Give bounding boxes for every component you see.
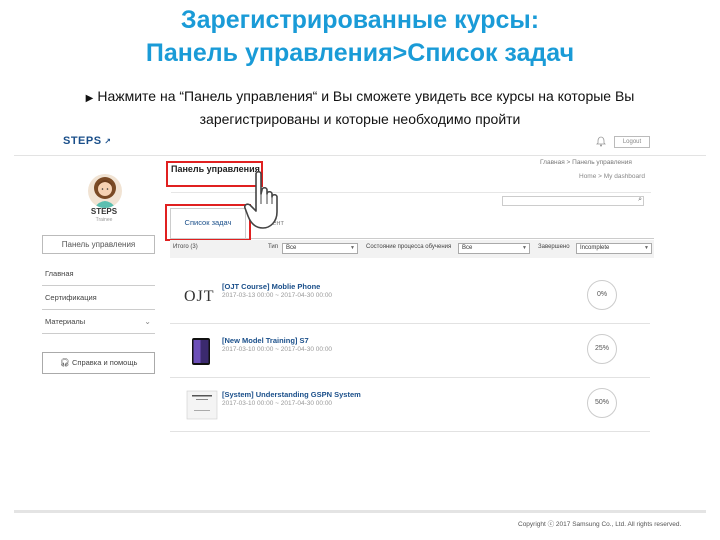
progress-circle: 0% [587, 280, 617, 310]
user-role: Trainee [95, 217, 113, 223]
course-dates: 2017-03-13 00:00 ~ 2017-04-30 00:00 [222, 292, 333, 299]
bullet-triangle-icon: ▶ [85, 93, 94, 104]
top-bar: STEPS ↗ Logout [14, 130, 706, 156]
phone-thumbnail [192, 338, 210, 365]
user-name: STEPS [90, 207, 118, 216]
sidebar-item-label: Главная [45, 269, 74, 278]
search-input[interactable]: ⌕ [502, 196, 644, 206]
completed-label: Завершено [538, 244, 570, 250]
course-row[interactable]: OJT [OJT Course] Moblie Phone 2017-03-13… [170, 270, 650, 324]
logout-button[interactable]: Logout [614, 136, 650, 148]
dashboard-button[interactable]: Панель управления [42, 235, 155, 254]
divider [171, 192, 651, 193]
breadcrumb-en[interactable]: Home > My dashboard [579, 173, 645, 180]
document-thumbnail [186, 390, 218, 420]
progress-circle: 25% [587, 334, 617, 364]
steps-logo[interactable]: STEPS ↗ [63, 135, 112, 147]
instruction-text: ▶ Нажмите на “Панель управления“ и Вы смо… [0, 86, 720, 130]
pointing-hand-icon [244, 170, 278, 229]
sidebar-item-label: Материалы [45, 317, 86, 326]
instruction-line2: зарегистрированы и которые необходимо пр… [199, 111, 521, 127]
logo-arrow-icon: ↗ [101, 137, 112, 146]
course-title[interactable]: [OJT Course] Moblie Phone [222, 282, 320, 291]
help-button[interactable]: 🎧︎ Справка и помощь [42, 352, 155, 374]
slide-title: Зарегистрированные курсы: Панель управле… [0, 4, 720, 70]
sidebar-item-certification[interactable]: Сертификация [42, 286, 155, 310]
help-button-label: Справка и помощь [71, 358, 138, 367]
footer-divider [14, 510, 706, 513]
bell-icon[interactable] [596, 136, 606, 147]
slide-title-line1: Зарегистрированные курсы: [180, 6, 540, 34]
sidebar-item-materials[interactable]: Материалы ⌄ [42, 310, 155, 334]
course-title[interactable]: [System] Understanding GSPN System [222, 390, 361, 399]
type-label: Тип [268, 244, 279, 250]
status-select[interactable]: Все [458, 243, 530, 254]
course-title[interactable]: [New Model Training] S7 [222, 336, 309, 345]
completed-select[interactable]: Incomplete [576, 243, 652, 254]
sidebar-item-home[interactable]: Главная [42, 262, 155, 286]
course-dates: 2017-03-10 00:00 ~ 2017-04-30 00:00 [222, 346, 333, 353]
progress-circle: 50% [587, 388, 617, 418]
course-row[interactable]: [New Model Training] S7 2017-03-10 00:00… [170, 324, 650, 378]
search-icon: ⌕ [638, 196, 642, 203]
chevron-down-icon: ⌄ [144, 317, 151, 326]
status-label: Состояние процесса обучения [366, 244, 452, 250]
course-row[interactable]: [System] Understanding GSPN System 2017-… [170, 378, 650, 432]
breadcrumb[interactable]: Главная > Панель управления [540, 159, 632, 166]
filter-bar: Итого (3) Тип Все Состояние процесса обу… [170, 240, 654, 258]
sidebar-item-label: Сертификация [45, 293, 97, 302]
headset-icon: 🎧︎ [59, 358, 72, 367]
avatar [88, 174, 122, 208]
copyright-text: Copyright ⓒ 2017 Samsung Co., Ltd. All r… [518, 521, 682, 528]
slide-title-line2: Панель управления>Список задач [145, 39, 575, 67]
instruction-line1: Нажмите на “Панель управления“ и Вы смож… [97, 88, 635, 104]
app-screenshot: STEPS ↗ Logout STEPS Trainee Панель упра… [14, 130, 706, 510]
highlight-box-task-list-tab [165, 204, 251, 241]
course-dates: 2017-03-10 00:00 ~ 2017-04-30 00:00 [222, 400, 333, 407]
type-select[interactable]: Все [282, 243, 358, 254]
course-thumbnail: OJT [184, 288, 215, 305]
total-count: Итого (3) [173, 244, 198, 250]
